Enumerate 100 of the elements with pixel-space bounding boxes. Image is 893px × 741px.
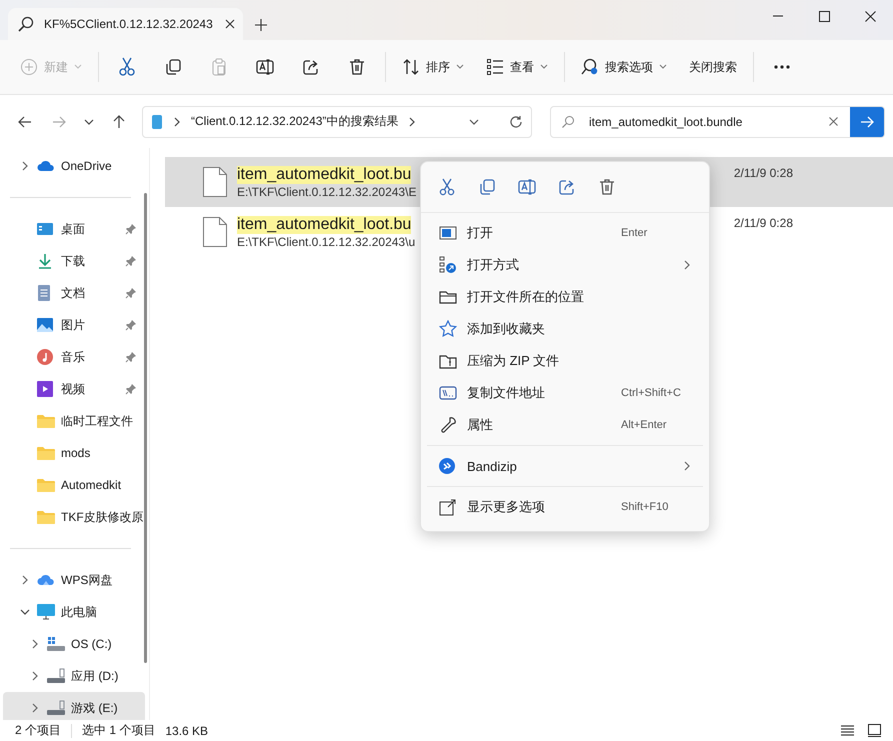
monitor-icon <box>37 604 55 620</box>
sort-button[interactable]: 排序 <box>394 50 472 84</box>
folder-icon <box>37 446 55 460</box>
maximize-icon <box>818 10 830 22</box>
minimize-icon <box>773 15 783 17</box>
sidebar-item[interactable]: TKF皮肤修改原 <box>3 501 145 533</box>
sidebar-item[interactable]: 音乐 <box>3 341 145 373</box>
chevron-right-icon <box>683 260 691 270</box>
close-icon <box>864 10 876 22</box>
view-list-icon <box>486 58 504 76</box>
tile-icon <box>868 724 881 737</box>
address-field[interactable]: “Client.0.12.12.32.20243”中的搜索结果 <box>142 106 532 138</box>
menu-item[interactable]: 打开文件所在的位置 <box>425 281 705 313</box>
sidebar-item[interactable]: mods <box>3 437 145 469</box>
more-icon <box>773 64 791 70</box>
trash-icon <box>348 58 366 76</box>
sidebar-item[interactable]: 桌面 <box>3 213 145 245</box>
menu-item[interactable]: 显示更多选项 Shift+F10 <box>425 491 705 523</box>
bandizip-icon <box>439 458 455 474</box>
drive-icon <box>47 668 65 684</box>
file-date: 2/11/9 0:28 <box>734 166 793 180</box>
menu-item[interactable]: 复制文件地址 Ctrl+Shift+C <box>425 377 705 409</box>
scissors-icon <box>118 57 136 77</box>
clipboard-icon <box>210 58 228 76</box>
new-tab-button[interactable] <box>253 17 269 33</box>
wrench-icon <box>439 416 457 434</box>
document-icon <box>37 285 51 301</box>
sidebar-item[interactable]: 视频 <box>3 373 145 405</box>
cloud-icon <box>37 160 55 172</box>
details-view-button[interactable] <box>839 722 856 738</box>
close-icon <box>224 19 235 29</box>
close-search-button[interactable]: 关闭搜索 <box>681 50 745 84</box>
scrollbar[interactable] <box>144 193 147 663</box>
sidebar-item[interactable]: Automedkit <box>3 469 145 501</box>
sidebar-item[interactable]: 图片 <box>3 309 145 341</box>
sidebar-item[interactable]: 应用 (D:) <box>3 660 145 692</box>
sidebar-item[interactable]: 文档 <box>3 277 145 309</box>
tiles-view-button[interactable] <box>866 722 883 739</box>
folder-icon <box>37 510 55 524</box>
pin-icon <box>125 255 137 267</box>
list-lines-icon <box>841 724 854 736</box>
sidebar-item[interactable]: OneDrive <box>3 150 145 182</box>
breadcrumb[interactable]: “Client.0.12.12.32.20243”中的搜索结果 <box>191 113 398 130</box>
file-icon <box>203 167 227 197</box>
caret-icon <box>659 64 667 70</box>
search-icon <box>561 114 575 128</box>
folder-icon <box>439 289 457 305</box>
search-options-button[interactable]: 搜索选项 <box>573 50 675 84</box>
pin-icon <box>125 319 137 331</box>
system-drive-icon <box>47 636 65 652</box>
caret-icon <box>456 64 464 70</box>
menu-item[interactable]: 打开 Enter <box>425 217 705 249</box>
window-icon <box>439 225 457 241</box>
caret-icon <box>74 64 82 70</box>
folder-icon <box>37 414 55 428</box>
sidebar-item[interactable]: 游戏 (E:) <box>3 692 145 720</box>
menu-item[interactable]: 压缩为 ZIP 文件 <box>425 345 705 377</box>
menu-item[interactable]: 添加到收藏夹 <box>425 313 705 345</box>
sidebar-item[interactable]: OS (C:) <box>3 628 145 660</box>
tablet-icon <box>151 114 163 130</box>
copy-icon <box>164 58 182 76</box>
pin-icon <box>125 351 137 363</box>
menu-item[interactable]: 属性 Alt+Enter <box>425 409 705 441</box>
rename-icon <box>518 178 536 196</box>
menu-item[interactable]: 打开方式 <box>425 249 705 281</box>
search-bar[interactable]: item_automedkit_loot.bundle <box>550 106 885 138</box>
expand-icon <box>439 498 457 516</box>
chevron-right-icon <box>408 116 416 126</box>
share-icon <box>302 58 320 76</box>
selection-count: 选中 1 个项目 <box>82 722 156 739</box>
tab-title: KF%5CClient.0.12.12.32.20243 <box>44 17 213 31</box>
scissors-icon <box>439 178 455 196</box>
arrow-right-icon <box>860 116 874 128</box>
path-icon <box>439 386 457 400</box>
view-button[interactable]: 查看 <box>478 50 556 84</box>
tab[interactable]: KF%5CClient.0.12.12.32.20243 <box>8 8 243 40</box>
file-row[interactable]: item_automedkit_loot.bu E:\TKF\Client.0.12.12.32.20243\u <box>165 207 416 257</box>
pin-icon <box>125 383 137 395</box>
search-field[interactable]: item_automedkit_loot.bundle <box>583 114 825 128</box>
sidebar-item[interactable]: 下载 <box>3 245 145 277</box>
arrow-right-icon <box>52 116 66 128</box>
file-path: E:\TKF\Client.0.12.12.32.20243\u <box>237 234 416 248</box>
sidebar-item[interactable]: WPS网盘 <box>3 564 145 596</box>
music-icon <box>37 349 53 365</box>
file-name: item_automedkit_loot.bu <box>237 216 412 234</box>
search-settings-icon <box>581 58 599 76</box>
chevron-right-icon <box>31 703 39 713</box>
sidebar-item[interactable]: 临时工程文件 <box>3 405 145 437</box>
menu-item[interactable]: Bandizip <box>425 450 705 482</box>
search-go-button[interactable] <box>850 106 884 136</box>
star-icon <box>439 320 457 338</box>
chevron-right-icon <box>31 639 39 649</box>
sidebar-item[interactable]: 此电脑 <box>3 596 145 628</box>
plus-icon <box>255 19 267 31</box>
pin-icon <box>125 223 137 235</box>
chevron-right-icon <box>31 671 39 681</box>
tab-close-button[interactable] <box>222 17 237 31</box>
caret-icon <box>540 64 548 70</box>
chevron-right-icon <box>21 575 29 585</box>
refresh-icon <box>509 114 523 128</box>
